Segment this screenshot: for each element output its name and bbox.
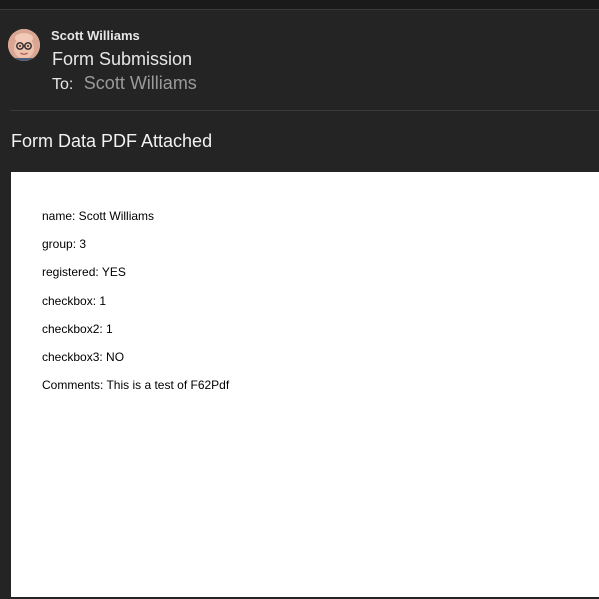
pdf-field-comments: Comments: This is a test of F62Pdf <box>42 378 230 392</box>
recipient-name[interactable]: Scott Williams <box>84 71 197 95</box>
pdf-field-checkbox: checkbox: 1 <box>42 294 107 308</box>
pdf-field-registered: registered: YES <box>42 265 126 279</box>
window-top-edge <box>0 0 599 10</box>
body-heading: Form Data PDF Attached <box>11 131 213 151</box>
recipient-row: To: Scott Williams <box>52 73 197 97</box>
message-subject: Form Submission <box>52 49 193 69</box>
pdf-field-name: name: Scott Williams <box>42 209 155 223</box>
email-window: Scott Williams Form Submission To: Scott… <box>0 0 599 599</box>
avatar-memoji-icon <box>8 29 40 61</box>
sender-avatar[interactable] <box>8 29 40 61</box>
pdf-field-group: group: 3 <box>42 237 87 251</box>
pdf-field-checkbox3: checkbox3: NO <box>42 350 125 364</box>
pdf-field-checkbox2: checkbox2: 1 <box>42 322 113 336</box>
header-divider <box>10 110 599 111</box>
pdf-attachment-preview[interactable]: name: Scott Williams group: 3 registered… <box>11 172 599 597</box>
sender-name: Scott Williams <box>51 28 140 43</box>
to-label: To: <box>52 76 74 93</box>
